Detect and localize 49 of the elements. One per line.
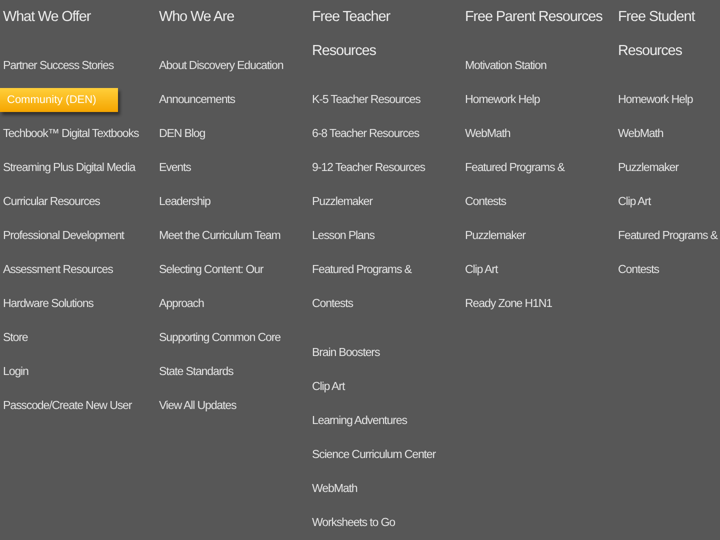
menu-link[interactable]: WebMath — [615, 117, 664, 151]
menu-link[interactable]: Ready Zone H1N1 — [462, 287, 552, 321]
menu-link[interactable]: 9-12 Teacher Resources — [309, 151, 425, 185]
menu-link[interactable]: Hardware Solutions — [0, 287, 94, 321]
menu-link[interactable]: Puzzlemaker — [615, 151, 678, 185]
menu-link[interactable]: Clip Art — [615, 185, 651, 219]
column-heading: What We Offer — [2, 8, 91, 27]
menu-link[interactable]: Brain Boosters — [309, 336, 380, 370]
menu-link[interactable]: Curricular Resources — [0, 185, 100, 219]
menu-link[interactable]: Supporting Common Core — [156, 321, 280, 355]
menu-link[interactable]: Homework Help — [615, 83, 693, 117]
menu-link[interactable]: Motivation Station — [462, 49, 546, 83]
menu-link[interactable]: Homework Help — [462, 83, 540, 117]
menu-link[interactable]: Puzzlemaker — [309, 185, 372, 219]
menu-link[interactable]: WebMath — [462, 117, 510, 151]
column-heading: Free Student Resources — [617, 8, 695, 61]
menu-link[interactable]: DEN Blog — [156, 117, 206, 151]
menu-link[interactable]: Assessment Resources — [0, 253, 113, 287]
menu-link[interactable]: Streaming Plus Digital Media — [0, 151, 136, 185]
menu-link[interactable]: Puzzlemaker — [462, 219, 526, 253]
menu-link[interactable]: Announcements — [156, 83, 235, 117]
menu-link[interactable]: Professional Development — [0, 219, 124, 253]
menu-link[interactable]: Leadership — [156, 185, 210, 219]
menu-link[interactable]: Clip Art — [309, 370, 345, 404]
menu-link[interactable]: Clip Art — [462, 253, 498, 287]
menu-link[interactable]: Lesson Plans — [309, 219, 374, 253]
menu-link[interactable]: Techbook™ Digital Textbooks — [0, 117, 139, 151]
menu-link[interactable]: Featured Programs & Contests — [615, 219, 718, 287]
menu-link[interactable]: Login — [0, 355, 28, 389]
menu-link[interactable]: About Discovery Education — [156, 49, 284, 83]
menu-link[interactable]: Store — [0, 321, 28, 355]
menu-link[interactable]: WebMath — [309, 472, 358, 506]
menu-link[interactable]: View All Updates — [156, 389, 236, 423]
menu-link[interactable]: Passcode/Create New User — [0, 389, 132, 423]
column-heading: Who We Are — [158, 8, 234, 27]
menu-link[interactable]: Worksheets to Go — [309, 506, 395, 540]
column-heading: Free Parent Resources — [464, 8, 602, 27]
menu-link[interactable]: State Standards — [156, 355, 234, 389]
menu-link[interactable]: Events — [156, 151, 191, 185]
menu-link[interactable]: Meet the Curriculum Team — [156, 219, 280, 253]
menu-link[interactable]: Featured Programs & Contests — [309, 253, 412, 321]
menu-link[interactable]: K-5 Teacher Resources — [309, 83, 420, 117]
menu-link[interactable]: 6-8 Teacher Resources — [309, 117, 420, 151]
menu-link[interactable]: Learning Adventures — [309, 404, 407, 438]
menu-link[interactable]: Partner Success Stories — [0, 49, 114, 83]
menu-link[interactable]: Science Curriculum Center — [309, 438, 436, 472]
column-heading: Free Teacher Resources — [311, 8, 390, 61]
menu-link[interactable]: Featured Programs & Contests — [462, 151, 564, 219]
menu-link[interactable]: Selecting Content: Our Approach — [156, 253, 264, 321]
